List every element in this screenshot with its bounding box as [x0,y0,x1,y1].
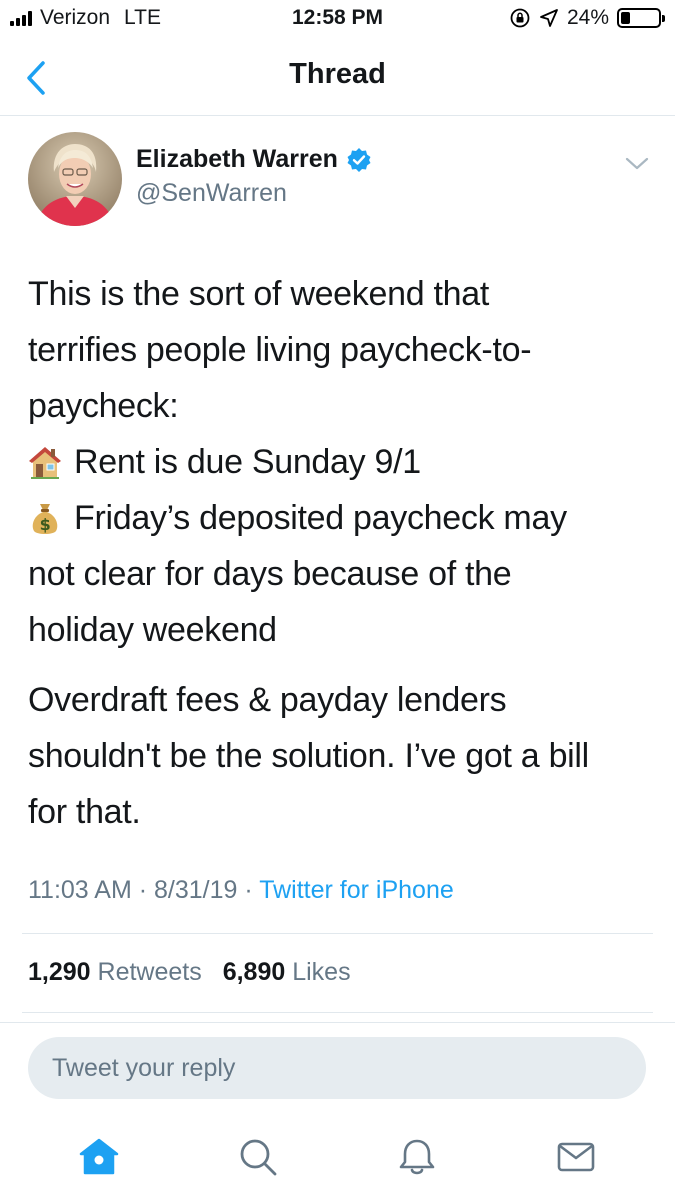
search-icon [240,1139,277,1176]
tweet-time: 11:03 AM [28,876,132,904]
author-handle[interactable]: @SenWarren [136,179,287,208]
tweet-text: This is the sort of weekend that terrifi… [28,266,653,840]
likes-label: Likes [292,958,351,986]
tweet-line: terrifies people living paycheck-to- [28,331,532,369]
orientation-lock-icon [510,8,530,28]
tweet-paragraph-2: Overdraft fees & payday lenders shouldn'… [28,672,653,840]
reply-bar: Tweet your reply [0,1022,675,1114]
chevron-down-icon [625,157,649,170]
tab-search[interactable] [230,1129,286,1185]
author-name[interactable]: Elizabeth Warren [136,145,338,174]
tweet-source-link[interactable]: Twitter for iPhone [259,876,454,904]
retweets-count: 1,290 [28,958,91,986]
bullet-rent-text: Rent is due Sunday 9/1 [74,443,421,481]
reply-input[interactable]: Tweet your reply [28,1037,646,1099]
tweet-menu-button[interactable] [623,152,651,174]
bullet-paycheck: $ Friday’s deposited paycheck may [28,490,653,546]
tab-messages[interactable] [548,1129,604,1185]
verified-badge-icon [347,147,371,172]
location-arrow-icon [540,9,558,27]
battery-fill [621,12,630,24]
messages-icon [557,1142,594,1172]
bullet-rent: Rent is due Sunday 9/1 [28,434,653,490]
retweets-stat[interactable]: 1,290 Retweets [28,958,202,986]
tweet-meta: 11:03 AM · 8/31/19 · Twitter for iPhone [28,876,454,905]
tweet-line: holiday weekend [28,611,277,649]
battery-icon [617,8,665,28]
meta-separator: · [244,876,253,904]
battery-percent: 24% [566,6,609,29]
divider [22,933,653,934]
likes-stat[interactable]: 6,890 Likes [223,958,351,986]
svg-text:$: $ [40,515,51,534]
tweet-line: Overdraft fees & payday lenders [28,681,507,719]
money-bag-emoji-icon: $ [32,504,58,534]
tweet-date: 8/31/19 [154,876,238,904]
house-emoji-icon [29,447,61,479]
profile-photo [28,132,122,226]
home-icon [80,1138,119,1175]
avatar[interactable] [28,132,122,226]
tweet-line: not clear for days because of the [28,555,512,593]
tweet-line: paycheck: [28,387,179,425]
tab-bar [0,1114,675,1200]
tweet-line: This is the sort of weekend that [28,275,489,313]
status-right: 24% [509,6,665,30]
tab-home[interactable] [71,1129,127,1185]
navigation-bar: Thread [0,40,675,116]
tab-notifications[interactable] [389,1129,445,1185]
tweet-line: for that. [28,793,141,831]
notifications-icon [399,1139,435,1175]
tweet-line: shouldn't be the solution. I’ve got a bi… [28,737,589,775]
likes-count: 6,890 [222,958,286,986]
status-bar: Verizon LTE 12:58 PM 24% [0,0,675,40]
page-title: Thread [289,58,386,90]
divider [22,1012,653,1013]
tweet-stats: 1,290 Retweets 6,890 Likes [28,958,351,987]
retweets-label: Retweets [97,958,202,986]
author-name-row: Elizabeth Warren [136,145,372,174]
bullet-paycheck-text: Friday’s deposited paycheck may [74,499,567,537]
meta-separator: · [138,876,148,904]
